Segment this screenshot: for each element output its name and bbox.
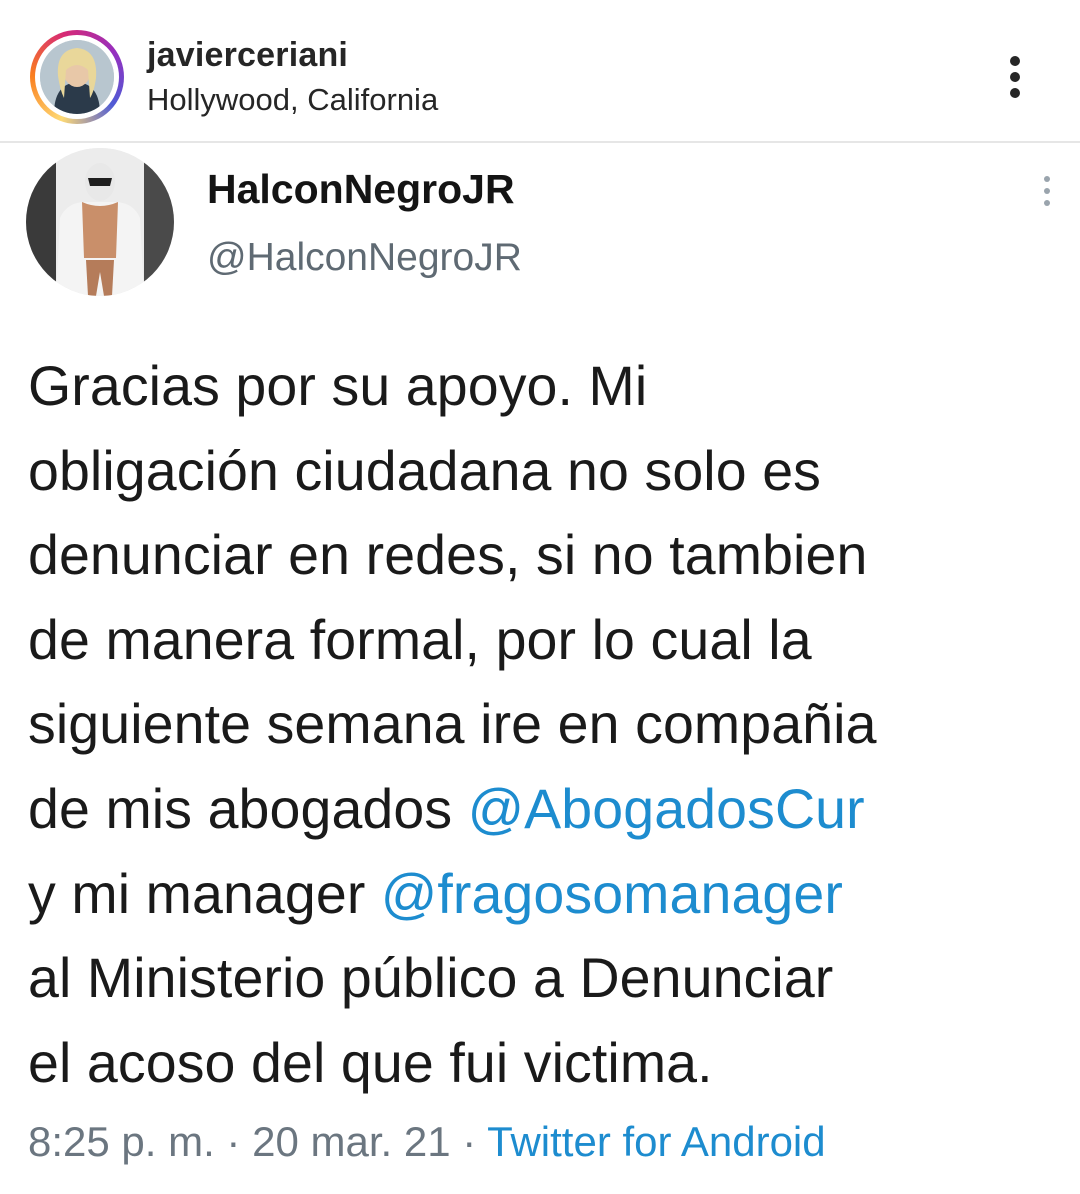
more-options-icon[interactable] <box>998 52 1034 102</box>
tweet-line: y mi manager @fragosomanager <box>28 852 1068 937</box>
tweet-line: obligación ciudadana no solo es <box>28 439 822 502</box>
tweet-more-icon[interactable] <box>1036 172 1060 212</box>
tweet-line: siguiente semana ire en compañia <box>28 693 877 756</box>
mention-abogadoscur-link[interactable]: @AbogadosCur <box>468 778 865 840</box>
meta-separator: · <box>450 1118 488 1165</box>
tweet-author-name[interactable]: HalconNegroJR <box>207 166 515 213</box>
tweet-line: de manera formal, por lo cual la <box>28 608 812 671</box>
meta-separator: · <box>214 1118 253 1165</box>
tweet-text: Gracias por su apoyo. Mi obligación ciud… <box>28 344 1068 1105</box>
tweet-source-link[interactable]: Twitter for Android <box>487 1118 825 1165</box>
profile-avatar[interactable] <box>30 30 124 124</box>
post-author-username[interactable]: javierceriani <box>147 36 348 75</box>
tweet-metadata: 8:25 p. m. · 20 mar. 21 · Twitter for An… <box>28 1118 826 1166</box>
instagram-post-header: javierceriani Hollywood, California <box>0 0 1080 143</box>
tweet-date[interactable]: 20 mar. 21 <box>252 1118 450 1165</box>
mention-fragosomanager-link[interactable]: @fragosomanager <box>381 863 843 925</box>
tweet-line: el acoso del que fui victima. <box>28 1031 713 1094</box>
tweet-time[interactable]: 8:25 p. m. <box>28 1118 215 1165</box>
tweet-line: al Ministerio público a Denunciar <box>28 947 834 1010</box>
tweet-line-text: y mi manager <box>28 862 381 925</box>
tweet-line-text: de mis abogados <box>28 777 468 840</box>
tweet-author-handle[interactable]: @HalconNegroJR <box>207 236 522 280</box>
tweet-line: de mis abogados @AbogadosCur <box>28 767 1068 852</box>
tweet-line: Gracias por su apoyo. Mi <box>28 355 648 417</box>
tweet-author-avatar[interactable] <box>26 148 174 296</box>
tweet-line: denunciar en redes, si no tambien <box>28 524 868 587</box>
profile-photo <box>40 40 114 114</box>
post-location[interactable]: Hollywood, California <box>147 82 438 118</box>
